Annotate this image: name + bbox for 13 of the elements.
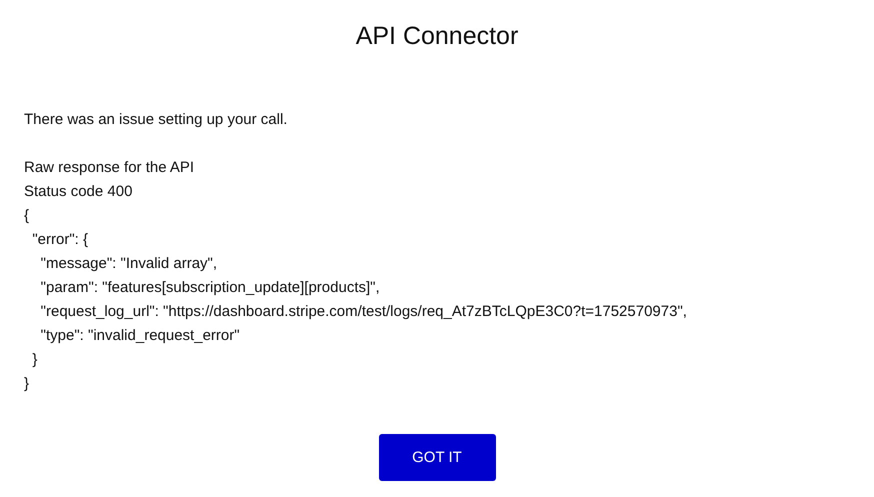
response-line: "type": "invalid_request_error" bbox=[40, 326, 240, 346]
got-it-button[interactable]: GOT IT bbox=[378, 434, 496, 481]
response-line: "error": { bbox=[31, 230, 88, 250]
response-line: "message": "Invalid array", bbox=[40, 254, 218, 274]
response-line: Status code 400 bbox=[24, 182, 132, 202]
dialog-title: API Connector bbox=[356, 21, 518, 52]
response-line: Raw response for the API bbox=[24, 158, 194, 178]
response-line: } bbox=[31, 350, 38, 370]
error-message: There was an issue setting up your call. bbox=[24, 110, 288, 130]
response-line: "request_log_url": "https://dashboard.stripe.com/test/logs/req_At7zBTcLQpE3C0?t=1752570973", bbox=[40, 302, 687, 322]
response-line: } bbox=[24, 374, 30, 394]
response-line: "param": "features[subscription_update][products]", bbox=[40, 278, 380, 298]
response-line: { bbox=[24, 206, 30, 226]
